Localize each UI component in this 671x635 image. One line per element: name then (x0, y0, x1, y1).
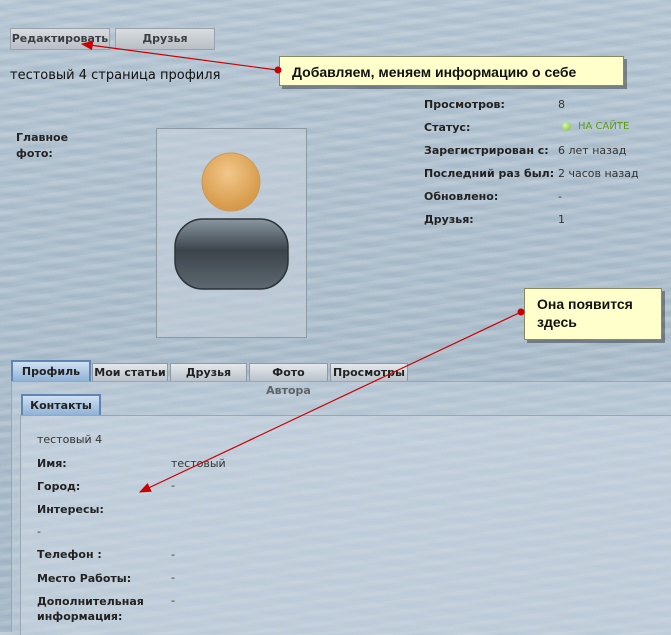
stat-label: Статус: (424, 121, 471, 134)
contact-value: - (171, 594, 175, 607)
tab-author-photo[interactable]: Фото Автора (249, 363, 328, 397)
edit-button[interactable]: Редактировать (10, 28, 110, 50)
main-photo[interactable] (156, 128, 307, 338)
stat-row: Просмотров: 8 (424, 98, 664, 121)
contact-value: тестовый (171, 457, 226, 470)
stat-label: Просмотров: (424, 98, 505, 111)
contact-value: - (171, 548, 175, 561)
stat-label: Последний раз был: (424, 167, 555, 180)
contact-value: - (171, 571, 175, 584)
main-photo-label: Главное фото: (16, 131, 69, 160)
subtab-contacts[interactable]: Контакты (21, 394, 101, 415)
tab-friends[interactable]: Друзья (170, 363, 247, 381)
tab-my-articles[interactable]: Мои статьи (92, 363, 168, 381)
stat-value: - (558, 190, 562, 203)
tab-profile[interactable]: Профиль (11, 360, 91, 381)
contacts-panel: тестовый 4 Имя: тестовый Город: - Интере… (20, 415, 671, 635)
contact-name-line: тестовый 4 (37, 433, 103, 446)
stat-row: Статус: НА САЙТЕ (424, 121, 664, 144)
page-title: тестовый 4 страница профиля (10, 68, 221, 83)
stat-row: Обновлено: - (424, 190, 664, 213)
stat-label: Обновлено: (424, 190, 499, 203)
contact-label: Телефон : (37, 548, 102, 561)
stat-row: Зарегистрирован с: 6 лет назад (424, 144, 664, 167)
contact-label: Имя: (37, 457, 67, 470)
stat-row: Друзья: 1 (424, 213, 664, 236)
tab-views[interactable]: Просмотры (330, 363, 408, 381)
stat-value: 2 часов назад (558, 167, 639, 180)
profile-panel: Контакты тестовый 4 Имя: тестовый Город:… (11, 381, 671, 635)
contact-value: - (171, 479, 175, 492)
stat-value: 8 (558, 98, 565, 111)
stat-label: Друзья: (424, 213, 474, 226)
stat-row: Последний раз был: 2 часов назад (424, 167, 664, 190)
avatar-placeholder-icon (174, 152, 289, 290)
stat-value: 6 лет назад (558, 144, 627, 157)
stat-value: 1 (558, 213, 565, 226)
friends-button[interactable]: Друзья (115, 28, 215, 50)
stat-label: Зарегистрирован с: (424, 144, 549, 157)
contact-label: Дополнительная информация: (37, 595, 144, 623)
contact-label: Город: (37, 480, 81, 493)
callout-top: Добавляем, меняем информацию о себе (279, 56, 624, 86)
status-online: НА САЙТЕ (578, 121, 630, 132)
contact-label: Место Работы: (37, 572, 132, 585)
online-dot-icon (562, 122, 571, 131)
contact-label: Интересы: (37, 503, 104, 516)
callout-bottom: Она появится здесь (524, 288, 662, 340)
profile-stats: Просмотров: 8 Статус: НА САЙТЕ Зарегистр… (424, 98, 664, 236)
contact-value: - (37, 525, 41, 538)
